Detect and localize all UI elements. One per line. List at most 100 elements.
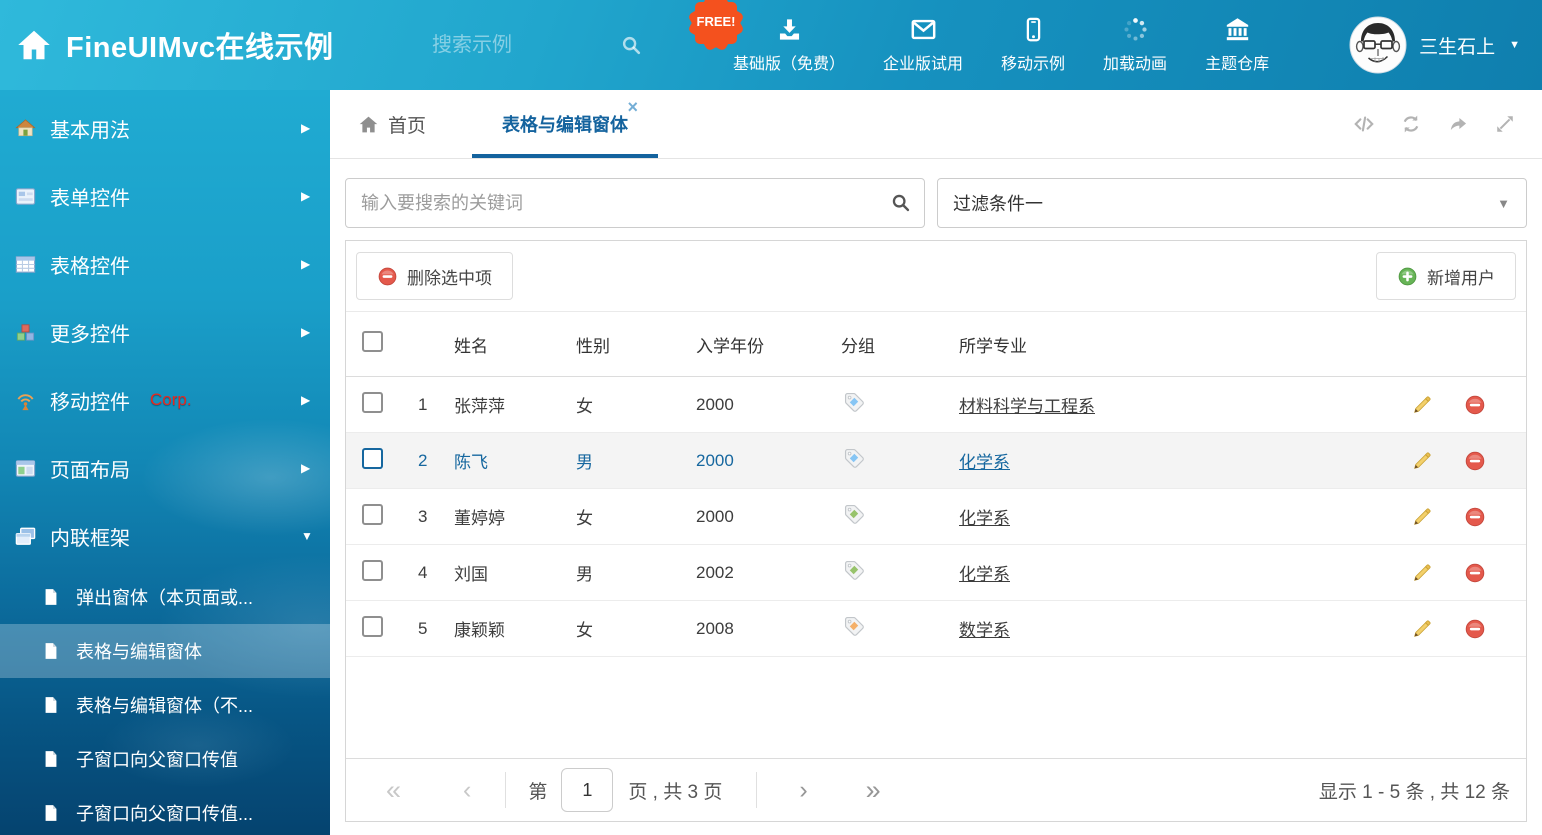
edit-icon[interactable] [1411, 618, 1433, 640]
free-badge: FREE! [686, 0, 746, 52]
row-checkbox[interactable] [362, 616, 383, 637]
table-row[interactable]: 1张萍萍女2000材料科学与工程系 [346, 377, 1526, 433]
edit-icon[interactable] [1411, 394, 1433, 416]
edit-icon[interactable] [1411, 506, 1433, 528]
row-checkbox[interactable] [362, 504, 383, 525]
major-link[interactable]: 化学系 [959, 453, 1010, 472]
cell-year: 2000 [696, 395, 841, 415]
prev-page-button[interactable]: ‹ [463, 778, 471, 803]
header-search-input[interactable] [430, 33, 574, 58]
corp-badge: Corp. [150, 390, 192, 410]
sidebar-item[interactable]: 表格控件▶ [0, 230, 330, 298]
table-row[interactable]: 5康颖颖女2008数学系 [346, 601, 1526, 657]
forward-icon[interactable] [1447, 113, 1469, 135]
add-user-button[interactable]: 新增用户 [1376, 252, 1516, 300]
tab-home[interactable]: 首页 [358, 90, 426, 158]
minus-circle-icon [377, 266, 398, 287]
layout-icon [14, 457, 37, 480]
row-checkbox[interactable] [362, 560, 383, 581]
app-window: FineUIMvc在线示例 FREE! 基础版（免费）企业版试用移动示例加载动画… [0, 0, 1542, 835]
row-index: 1 [418, 395, 454, 415]
filter-dropdown[interactable]: 过滤条件一 ▼ [937, 178, 1527, 228]
main-panel: 首页 表格与编辑窗体 × 过滤条件一 ▼ 删除选中项 [330, 90, 1542, 835]
home-icon [358, 114, 379, 135]
search-icon[interactable] [890, 192, 911, 213]
nav-item[interactable]: 企业版试用 [864, 16, 982, 74]
cell-year: 2008 [696, 619, 841, 639]
page-number-input[interactable] [561, 768, 613, 812]
sidebar-subitem[interactable]: 表格与编辑窗体（不... [0, 678, 330, 732]
major-link[interactable]: 化学系 [959, 565, 1010, 584]
code-icon[interactable] [1353, 113, 1375, 135]
major-link[interactable]: 化学系 [959, 509, 1010, 528]
sidebar-subitem[interactable]: 表格与编辑窗体 [0, 624, 330, 678]
sidebar-item[interactable]: 内联框架▼ [0, 502, 330, 570]
sidebar-subitem[interactable]: 子窗口向父窗口传值... [0, 786, 330, 835]
keyword-input[interactable] [345, 178, 925, 228]
select-all-checkbox[interactable] [362, 331, 383, 352]
file-icon [41, 749, 61, 769]
sidebar-submenu: 弹出窗体（本页面或...表格与编辑窗体表格与编辑窗体（不...子窗口向父窗口传值… [0, 570, 330, 835]
file-icon [41, 641, 61, 661]
expand-icon[interactable] [1494, 113, 1516, 135]
nav-item[interactable]: 加载动画 [1084, 16, 1186, 74]
major-link[interactable]: 数学系 [959, 621, 1010, 640]
col-year: 入学年份 [696, 332, 841, 357]
header-nav: 基础版（免费）企业版试用移动示例加载动画主题仓库 [714, 0, 1288, 90]
sidebar-item[interactable]: 更多控件▶ [0, 298, 330, 366]
tab-actions [1353, 90, 1516, 158]
table-row[interactable]: 4刘国男2002化学系 [346, 545, 1526, 601]
free-badge-label: FREE! [686, 14, 746, 29]
table-body: 1张萍萍女2000材料科学与工程系2陈飞男2000化学系3董婷婷女2000化学系… [346, 377, 1526, 657]
brand[interactable]: FineUIMvc在线示例 [16, 0, 334, 90]
close-icon[interactable]: × [627, 98, 638, 116]
sidebar-item[interactable]: 表单控件▶ [0, 162, 330, 230]
delete-icon[interactable] [1464, 450, 1486, 472]
cell-year: 2000 [696, 451, 841, 471]
user-menu[interactable]: 三生石上 ▼ [1349, 0, 1520, 90]
chevron-right-icon: ▶ [301, 121, 310, 135]
bank-icon [1224, 16, 1251, 43]
edit-icon[interactable] [1411, 562, 1433, 584]
refresh-icon[interactable] [1400, 113, 1422, 135]
app-header: FineUIMvc在线示例 FREE! 基础版（免费）企业版试用移动示例加载动画… [0, 0, 1542, 90]
page-total: 页 , 共 3 页 [628, 777, 722, 804]
delete-selected-button[interactable]: 删除选中项 [356, 252, 513, 300]
first-page-button[interactable]: « [386, 777, 401, 804]
sidebar-item[interactable]: 基本用法▶ [0, 94, 330, 162]
sidebar-subitem[interactable]: 弹出窗体（本页面或... [0, 570, 330, 624]
nav-item[interactable]: 主题仓库 [1186, 16, 1288, 74]
chevron-right-icon: ▶ [301, 189, 310, 203]
sidebar-item[interactable]: 页面布局▶ [0, 434, 330, 502]
major-link[interactable]: 材料科学与工程系 [959, 397, 1095, 416]
sidebar-item[interactable]: 移动控件Corp.▶ [0, 366, 330, 434]
next-page-button[interactable]: › [799, 778, 807, 803]
file-icon [41, 803, 61, 823]
sidebar-item-label: 页面布局 [50, 454, 130, 483]
tab-active[interactable]: 表格与编辑窗体 × [472, 90, 658, 158]
filter-row: 过滤条件一 ▼ [345, 178, 1527, 228]
sidebar-menu: 基本用法▶表单控件▶表格控件▶更多控件▶移动控件Corp.▶页面布局▶内联框架▼… [0, 90, 330, 835]
nav-item[interactable]: 移动示例 [982, 16, 1084, 74]
last-page-button[interactable]: » [866, 777, 881, 804]
table-row[interactable]: 2陈飞男2000化学系 [346, 433, 1526, 489]
search-icon[interactable] [620, 34, 642, 56]
row-checkbox[interactable] [362, 448, 383, 469]
table-row[interactable]: 3董婷婷女2000化学系 [346, 489, 1526, 545]
tab-home-label: 首页 [388, 111, 426, 138]
keyword-search [345, 178, 925, 228]
user-name: 三生石上 [1419, 32, 1495, 59]
cell-name: 刘国 [454, 560, 576, 585]
plus-circle-icon [1397, 266, 1418, 287]
edit-icon[interactable] [1411, 450, 1433, 472]
sidebar-subitem[interactable]: 子窗口向父窗口传值 [0, 732, 330, 786]
delete-icon[interactable] [1464, 562, 1486, 584]
row-index: 3 [418, 507, 454, 527]
delete-icon[interactable] [1464, 506, 1486, 528]
tab-bar: 首页 表格与编辑窗体 × [330, 90, 1542, 159]
mobile-icon [1020, 16, 1047, 43]
delete-icon[interactable] [1464, 394, 1486, 416]
filter-value: 过滤条件一 [953, 190, 1043, 216]
delete-icon[interactable] [1464, 618, 1486, 640]
row-checkbox[interactable] [362, 392, 383, 413]
